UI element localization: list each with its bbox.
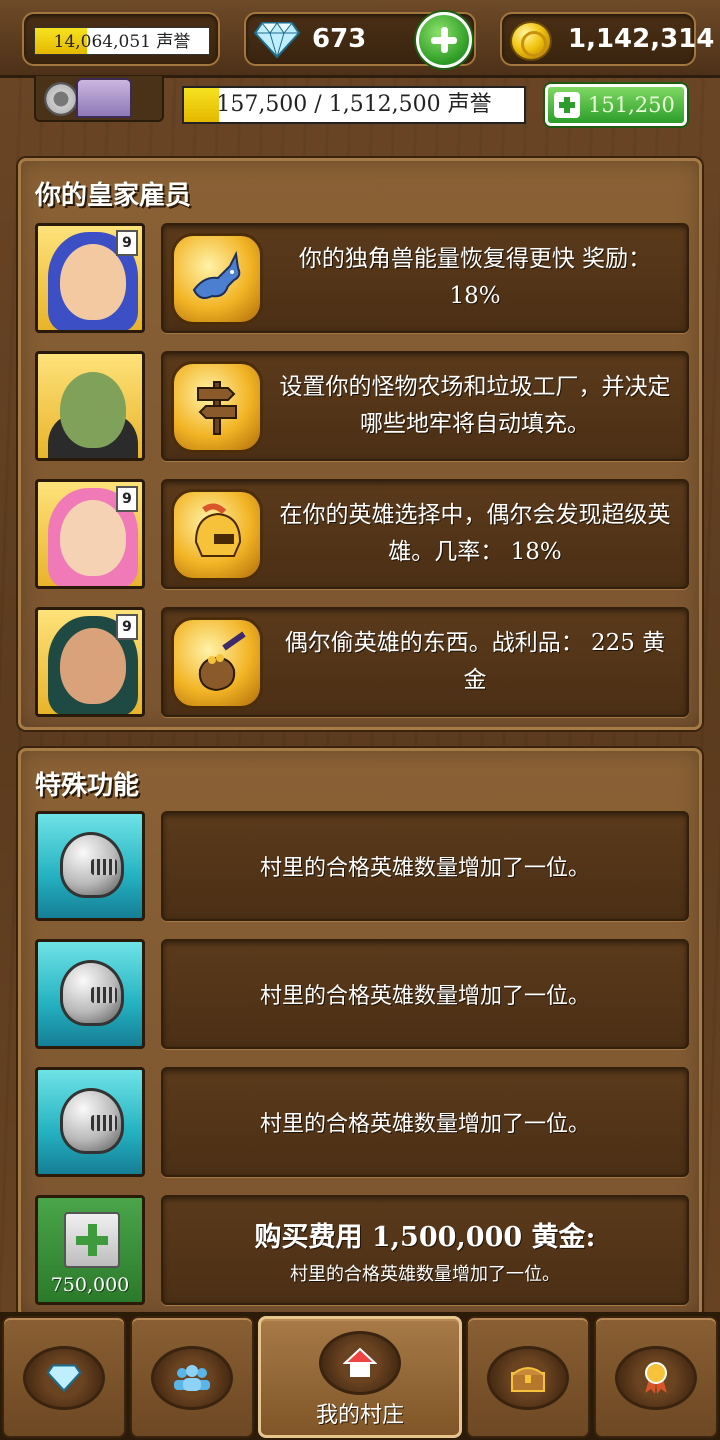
diamond-icon	[254, 22, 300, 59]
knight-helmet-icon	[60, 960, 124, 1026]
feature-helmet-slot[interactable]	[35, 811, 145, 921]
skill-description: 在你的英雄选择中，偶尔会发现超级英雄。几率： 18%	[279, 502, 671, 565]
golden-helmet-icon	[171, 489, 263, 581]
skill-description: 偶尔偷英雄的东西。战利品： 225 黄金	[284, 630, 666, 693]
feature-helmet-slot[interactable]	[35, 1067, 145, 1177]
nav-label: 我的村庄	[315, 1403, 404, 1428]
nav-icon-frame	[319, 1331, 401, 1395]
castle-icon	[76, 78, 132, 118]
special-features-panel: 特殊功能 村里的合格英雄数量增加了一位。 村里的合格英雄数量增加了一位。 村里的…	[18, 748, 702, 1318]
nav-achievements[interactable]	[594, 1316, 718, 1438]
panel-title: 特殊功能	[35, 771, 140, 801]
feature-description: 村里的合格英雄数量增加了一位。	[161, 811, 689, 921]
nav-icon-frame	[487, 1346, 569, 1410]
nav-shop[interactable]	[2, 1316, 126, 1438]
panel-title: 你的皇家雇员	[35, 181, 192, 211]
castle-thumbnail[interactable]	[34, 76, 164, 122]
reputation-value: 14,064,051 声誉	[53, 32, 191, 52]
buy-gems-button[interactable]	[416, 12, 472, 68]
loot-bag-icon	[171, 617, 263, 709]
staff-portrait-fairy[interactable]: 9	[35, 223, 145, 333]
nav-icon-frame	[151, 1346, 233, 1410]
buy-hero-slot-button[interactable]: 750,000	[35, 1195, 145, 1305]
upgrade-cost: 151,250	[588, 93, 675, 117]
gold-display: 1,142,314	[500, 12, 714, 66]
house-icon	[322, 1334, 398, 1392]
skill-description: 你的独角兽能量恢复得更快 奖励： 18%	[298, 246, 652, 309]
nav-heroes[interactable]	[130, 1316, 254, 1438]
feature-description: 村里的合格英雄数量增加了一位。	[161, 1067, 689, 1177]
village-level-progress: 157,500 / 1,512,500 声誉	[182, 86, 526, 124]
royal-staff-panel: 你的皇家雇员 9 你的独角兽能量恢复得更快 奖励： 18% 设置你的怪物农场和垃…	[18, 158, 702, 730]
staff-skill-card: 偶尔偷英雄的东西。战利品： 225 黄金	[161, 607, 689, 717]
nav-icon-frame	[615, 1346, 697, 1410]
gold-count: 1,142,314	[568, 24, 715, 54]
level-progress-text: 157,500 / 1,512,500 声誉	[216, 92, 492, 117]
reputation-bar: 14,064,051 声誉	[34, 27, 210, 55]
skill-description: 设置你的怪物农场和垃圾工厂，并决定哪些地牢将自动填充。	[279, 374, 671, 437]
portrait-face	[60, 372, 126, 448]
unicorn-icon	[171, 233, 263, 325]
nav-treasure[interactable]	[466, 1316, 590, 1438]
staff-skill-card: 你的独角兽能量恢复得更快 奖励： 18%	[161, 223, 689, 333]
buy-cost-description: 村里的合格英雄数量增加了一位。	[290, 1263, 560, 1285]
signpost-icon	[171, 361, 263, 453]
buy-description-card: 购买费用 1,500,000 黄金: 村里的合格英雄数量增加了一位。	[161, 1195, 689, 1305]
knight-helmet-icon	[60, 832, 124, 898]
level-badge: 9	[116, 486, 138, 512]
people-icon	[154, 1349, 230, 1407]
staff-skill-card: 在你的英雄选择中，偶尔会发现超级英雄。几率： 18%	[161, 479, 689, 589]
gem-display: 673	[244, 12, 476, 68]
resource-bar: 14,064,051 声誉 673 1,142,314	[0, 0, 720, 78]
staff-portrait-thief[interactable]: 9	[35, 607, 145, 717]
staff-portrait-elf[interactable]: 9	[35, 479, 145, 589]
feature-helmet-slot[interactable]	[35, 939, 145, 1049]
gold-coin-icon	[510, 21, 552, 61]
level-badge: 9	[116, 614, 138, 640]
upgrade-button[interactable]: 151,250	[545, 84, 687, 126]
buy-cost-title: 购买费用 1,500,000 黄金:	[254, 1221, 596, 1253]
gem-icon	[26, 1349, 102, 1407]
plus-icon	[64, 1212, 120, 1268]
gem-count: 673	[312, 24, 367, 54]
reputation-display: 14,064,051 声誉	[22, 12, 220, 66]
bottom-navigation: 我的村庄	[0, 1312, 720, 1440]
gem-price: 750,000	[50, 1274, 130, 1296]
medal-icon	[618, 1349, 694, 1407]
gear-icon	[44, 82, 78, 116]
plus-icon	[554, 92, 580, 118]
level-badge: 9	[116, 230, 138, 256]
chest-icon	[490, 1349, 566, 1407]
nav-my-village[interactable]: 我的村庄	[258, 1316, 462, 1438]
nav-icon-frame	[23, 1346, 105, 1410]
staff-skill-card: 设置你的怪物农场和垃圾工厂，并决定哪些地牢将自动填充。	[161, 351, 689, 461]
knight-helmet-icon	[60, 1088, 124, 1154]
feature-description: 村里的合格英雄数量增加了一位。	[161, 939, 689, 1049]
staff-portrait-orc[interactable]	[35, 351, 145, 461]
